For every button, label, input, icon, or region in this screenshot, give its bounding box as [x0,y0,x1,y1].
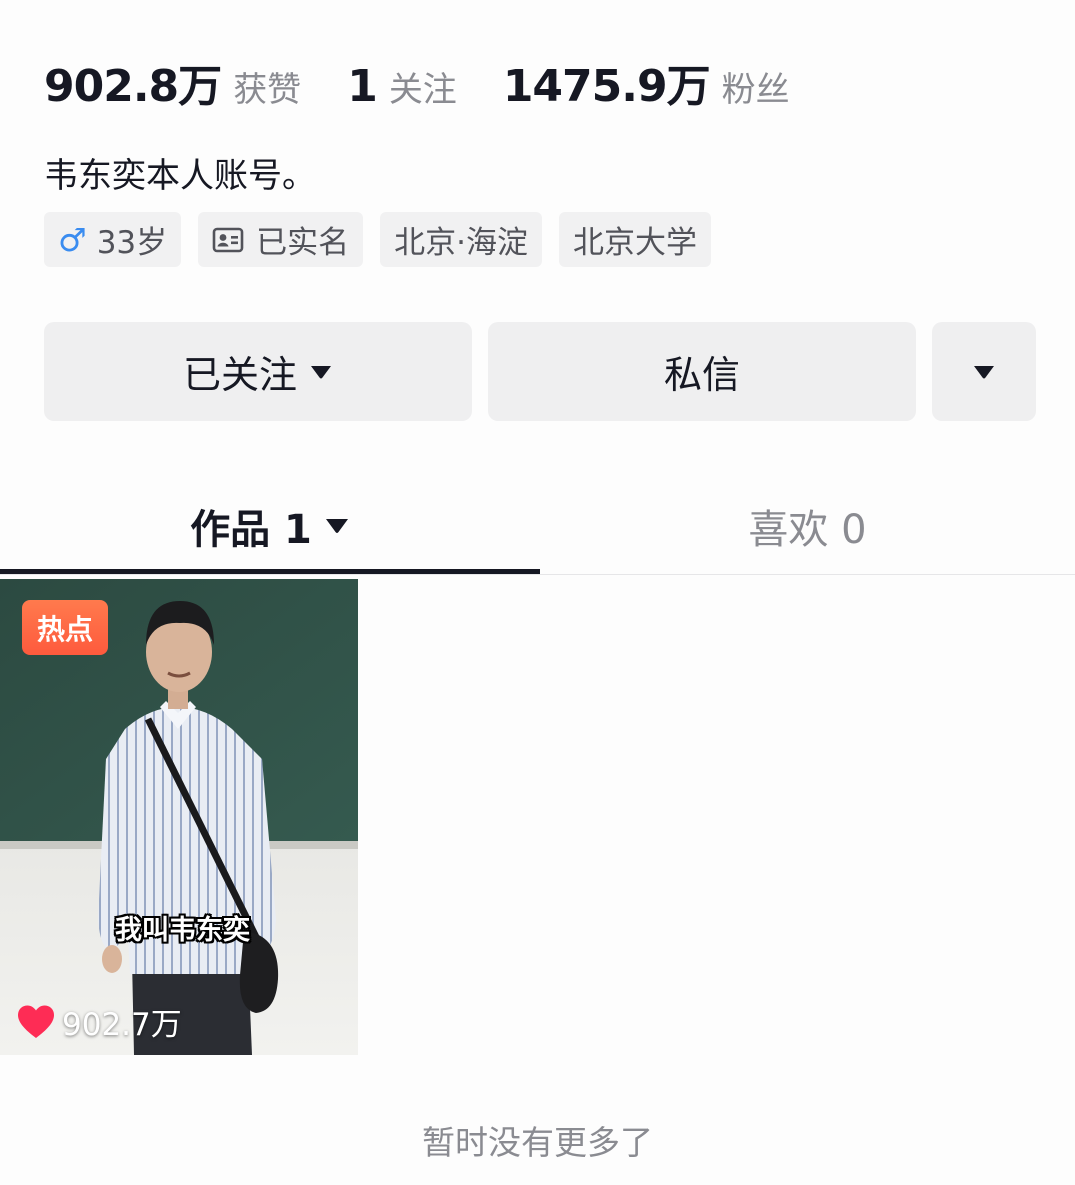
tag-location[interactable]: 北京·海淀 [380,212,542,267]
profile-stats: 902.8万 获赞 1 关注 1475.9万 粉丝 [44,50,836,112]
id-card-icon [212,227,244,252]
tab-works[interactable]: 作品 1 [0,480,540,572]
male-icon: ♂ [58,220,87,259]
tag-school[interactable]: 北京大学 [559,212,711,267]
caret-down-icon [974,365,994,378]
caret-down-icon [311,365,331,378]
tag-school-label: 北京大学 [573,225,697,261]
tab-liked-label: 喜欢 0 [748,507,867,553]
tag-age: ♂ 33岁 [44,212,182,267]
profile-tags: ♂ 33岁 已实名 北京·海淀 北京大学 [44,212,711,267]
video-likes-count: 902.7万 [62,1007,182,1043]
no-more-content: 暂时没有更多了 [422,1123,653,1162]
tag-verified[interactable]: 已实名 [198,212,364,267]
following-button-label: 已关注 [182,353,297,397]
stat-following-value: 1 [347,61,378,112]
heart-icon [18,1005,54,1038]
video-subtitle: 我叫韦东奕 [115,915,250,946]
tag-location-label: 北京·海淀 [394,225,528,261]
stat-followers-label: 粉丝 [721,70,790,110]
stat-likes-value: 902.8万 [44,61,222,112]
stat-likes-label: 获赞 [233,70,302,110]
stat-following-label: 关注 [388,70,457,110]
tab-liked[interactable]: 喜欢 0 [540,480,1075,572]
tag-age-label: 33岁 [96,225,168,261]
more-options-button[interactable] [932,322,1036,421]
message-button[interactable]: 私信 [488,322,916,421]
following-button[interactable]: 已关注 [44,322,472,421]
stat-followers-value: 1475.9万 [502,61,711,112]
tag-verified-label: 已实名 [256,225,350,261]
profile-sheet: 902.8万 获赞 1 关注 1475.9万 粉丝 韦东奕本人账号。 ♂ 33岁… [0,0,1075,1185]
tab-works-label: 作品 1 [190,507,312,553]
video-likes: 902.7万 [16,999,182,1044]
tab-divider [0,574,1075,575]
stat-likes[interactable]: 902.8万 获赞 [44,50,301,114]
stat-following[interactable]: 1 关注 [347,61,457,112]
hot-badge: 热点 [22,600,108,655]
profile-bio: 韦东奕本人账号。 [44,156,316,196]
video-card[interactable]: 热点 我叫韦东奕 902.7万 [0,579,358,1055]
stat-followers[interactable]: 1475.9万 粉丝 [503,50,790,114]
message-button-label: 私信 [663,353,740,397]
caret-down-icon [325,519,348,533]
